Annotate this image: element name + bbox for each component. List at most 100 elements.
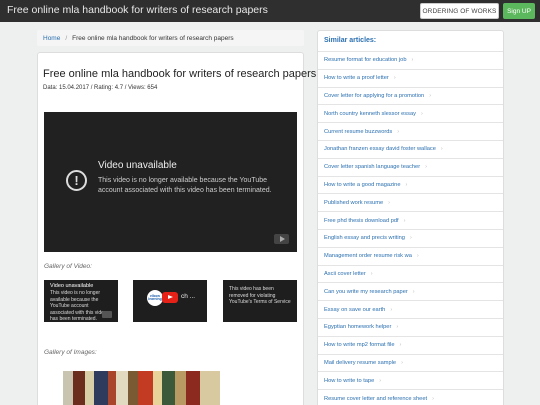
sidebar-article-link[interactable]: Essay on save our earth ›	[318, 300, 503, 318]
video-thumbnail[interactable]: Video unavailable This video is no longe…	[44, 280, 118, 322]
sidebar-article-label: Essay on save our earth	[324, 306, 386, 313]
sidebar-article-link[interactable]: Current resume buzzwords ›	[318, 122, 503, 140]
video-player[interactable]: ! Video unavailable This video is no lon…	[44, 112, 297, 252]
book-spine	[175, 371, 186, 405]
similar-articles-sidebar: Similar articles: Resume format for educ…	[317, 30, 504, 405]
book-spine	[162, 371, 175, 405]
play-button-icon[interactable]	[162, 292, 178, 303]
sidebar-article-link[interactable]: Resume cover letter and reference sheet ›	[318, 389, 503, 405]
chevron-right-icon: ›	[416, 253, 419, 260]
sidebar-article-label: How to write to tape	[324, 377, 375, 384]
site-brand[interactable]: Free online mla handbook for writers of …	[7, 4, 268, 16]
sidebar-article-link[interactable]: How to write mp2 format file ›	[318, 335, 503, 354]
chevron-right-icon: ›	[393, 75, 396, 82]
book-spine	[63, 371, 73, 405]
video-thumbnail[interactable]: This video has been removed for violatin…	[223, 280, 297, 322]
sidebar-article-label: English essay and precis writing	[324, 235, 405, 242]
book-spine	[116, 371, 128, 405]
thumbnail-caption: ch ...	[181, 293, 196, 300]
video-unavailable-title: Video unavailable	[98, 160, 177, 171]
thumbnail-message: This video has been removed for violatin…	[229, 286, 291, 305]
breadcrumb-separator: /	[65, 34, 68, 42]
sidebar-article-link[interactable]: Resume format for education job ›	[318, 51, 503, 69]
book-spine	[73, 371, 85, 405]
gallery-video-label: Gallery of Video:	[44, 263, 92, 270]
sidebar-article-label: Cover letter for applying for a promotio…	[324, 92, 425, 99]
thumbnail-title: Video unavailable	[50, 283, 94, 289]
warning-icon: !	[66, 170, 87, 191]
article-meta: Data: 15.04.2017 / Rating: 4.7 / Views: …	[43, 85, 158, 91]
sidebar-article-link[interactable]: Ascii cover letter ›	[318, 264, 503, 283]
sidebar-article-label: How to write a proof letter	[324, 75, 389, 82]
sidebar-article-label: Published work resume	[324, 199, 384, 206]
book-spine	[138, 371, 153, 405]
sidebar-article-link[interactable]: Can you write my research paper ›	[318, 282, 503, 300]
book-spine	[128, 371, 138, 405]
chevron-right-icon: ›	[388, 199, 390, 206]
sidebar-article-label: Ascii cover letter	[324, 270, 366, 277]
sidebar-article-label: Can you write my research paper	[324, 288, 408, 295]
sidebar-article-link[interactable]: Free phd thesis download pdf ›	[318, 211, 503, 229]
breadcrumb-home-link[interactable]: Home	[43, 35, 60, 42]
chevron-right-icon: ›	[405, 181, 408, 188]
book-spine	[186, 371, 200, 405]
chevron-right-icon: ›	[411, 57, 414, 64]
chevron-right-icon: ›	[370, 270, 373, 277]
gallery-images-label: Gallery of Images:	[44, 349, 97, 356]
bookshelf-image[interactable]	[63, 371, 220, 405]
chevron-right-icon: ›	[432, 395, 434, 402]
book-spine	[200, 371, 220, 405]
chevron-right-icon: ›	[396, 324, 399, 331]
youtube-logo-icon[interactable]	[274, 234, 289, 244]
sidebar-article-link[interactable]: Management order resume risk wa ›	[318, 246, 503, 265]
chevron-right-icon: ›	[440, 146, 443, 153]
book-spine	[153, 371, 162, 405]
article-panel: Free online mla handbook for writers of …	[37, 52, 316, 405]
sidebar-article-link[interactable]: English essay and precis writing ›	[318, 228, 503, 247]
sidebar-article-label: Jonathan franzen essay david foster wall…	[324, 146, 436, 153]
sidebar-article-label: Egyptian homework helper	[324, 324, 392, 331]
chevron-right-icon: ›	[409, 235, 412, 242]
chevron-right-icon: ›	[425, 164, 427, 171]
ordering-of-works-button[interactable]: ORDERING OF WORKS	[420, 3, 499, 19]
sidebar-article-label: Current resume buzzwords	[324, 128, 393, 135]
chevron-right-icon: ›	[403, 217, 406, 224]
chevron-right-icon: ›	[401, 359, 403, 366]
sign-up-button[interactable]: Sign UP	[503, 3, 535, 19]
sidebar-article-link[interactable]: Mail delivery resume sample ›	[318, 353, 503, 372]
sidebar-article-link[interactable]: Cover letter for applying for a promotio…	[318, 86, 503, 105]
sidebar-heading: Similar articles:	[324, 36, 377, 44]
channel-avatar: elbow learning	[147, 290, 163, 306]
chevron-right-icon: ›	[390, 306, 393, 313]
breadcrumb: Home / Free online mla handbook for writ…	[37, 30, 304, 46]
sidebar-article-label: Free phd thesis download pdf	[324, 217, 399, 224]
youtube-logo-icon	[102, 311, 112, 318]
similar-articles-list: Resume format for education job › How to w…	[318, 51, 503, 405]
sidebar-article-link[interactable]: Egyptian homework helper ›	[318, 317, 503, 336]
sidebar-article-link[interactable]: North country kenneth slessor essay ›	[318, 104, 503, 122]
sidebar-article-label: Cover letter spanish language teacher	[324, 164, 421, 171]
book-spine	[85, 371, 94, 405]
sidebar-article-label: North country kenneth slessor essay	[324, 110, 416, 117]
sidebar-article-link[interactable]: How to write a good magazine ›	[318, 175, 503, 194]
sidebar-article-label: How to write a good magazine	[324, 181, 401, 188]
chevron-right-icon: ›	[379, 377, 382, 384]
video-thumbnail[interactable]: elbow learning ch ...	[133, 280, 207, 322]
sidebar-article-link[interactable]: How to write to tape ›	[318, 371, 503, 389]
video-unavailable-message: This video is no longer available becaus…	[98, 177, 272, 195]
sidebar-article-link[interactable]: How to write a proof letter ›	[318, 68, 503, 87]
chevron-right-icon: ›	[421, 110, 423, 117]
chevron-right-icon: ›	[412, 288, 415, 295]
sidebar-article-link[interactable]: Jonathan franzen essay david foster wall…	[318, 139, 503, 158]
sidebar-article-label: Resume format for education job	[324, 57, 407, 64]
breadcrumb-current: Free online mla handbook for writers of …	[72, 34, 234, 42]
sidebar-article-link[interactable]: Cover letter spanish language teacher ›	[318, 157, 503, 176]
book-spine	[108, 371, 116, 405]
top-navbar: Free online mla handbook for writers of …	[0, 0, 540, 22]
sidebar-article-label: Mail delivery resume sample	[324, 359, 397, 366]
book-spine	[94, 371, 108, 405]
sidebar-article-label: Resume cover letter and reference sheet	[324, 395, 428, 402]
sidebar-article-link[interactable]: Published work resume ›	[318, 193, 503, 211]
sidebar-article-label: How to write mp2 format file	[324, 342, 395, 349]
chevron-right-icon: ›	[399, 342, 402, 349]
